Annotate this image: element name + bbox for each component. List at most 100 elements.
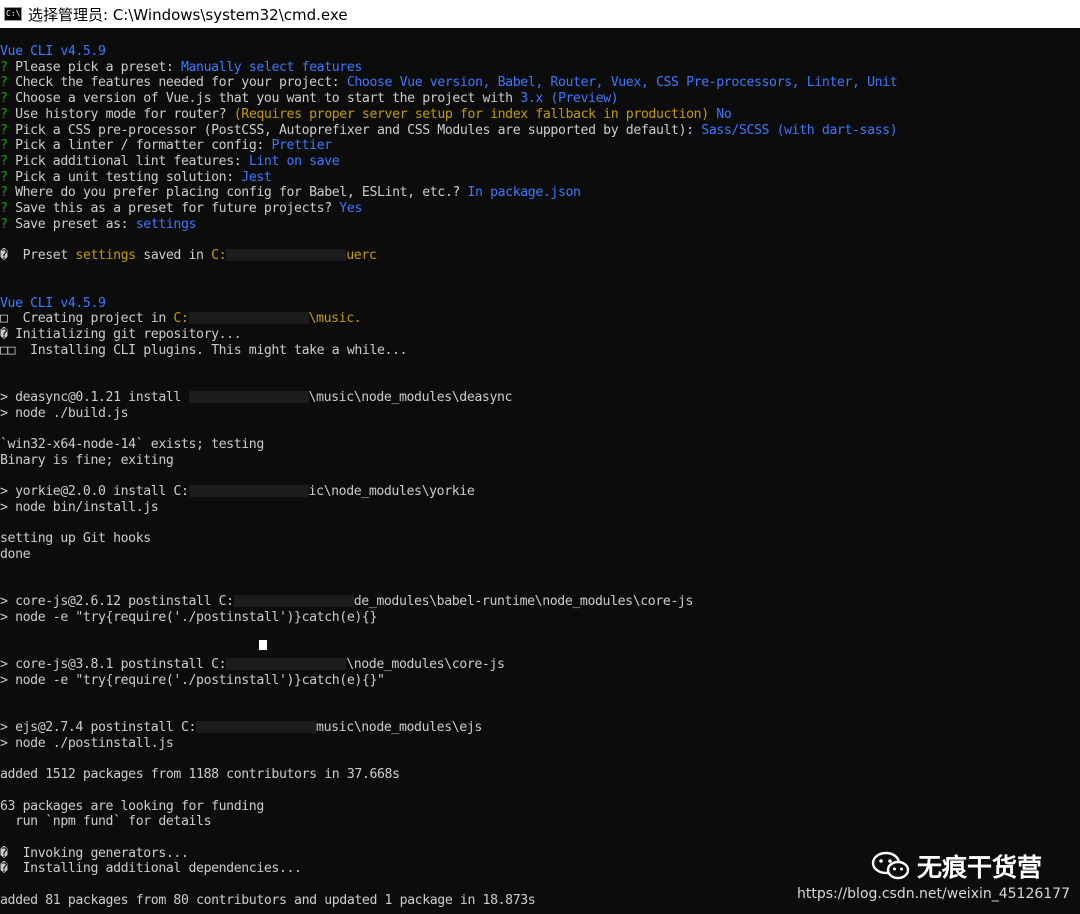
console-text: settings (75, 248, 136, 264)
console-line: done (0, 547, 1080, 563)
console-text: ? (0, 169, 16, 185)
console-text: de_modules\babel-runtime\node_modules\co… (353, 594, 694, 610)
console-line: ? Pick a linter / formatter config: Pret… (0, 138, 1080, 154)
console-text: Pick additional lint features: (15, 154, 249, 170)
console-line: Vue CLI v4.5.9 (0, 296, 1080, 312)
cmd-app-icon[interactable]: C:\ (4, 7, 22, 21)
cmd-icon-label: C:\ (6, 9, 21, 18)
console-text: added 81 packages from 80 contributors a… (0, 892, 536, 908)
console-text: Binary is fine; exiting (0, 452, 174, 468)
console-line: Vue CLI v4.5.9 (0, 44, 1080, 60)
console-text: � Preset (0, 248, 76, 264)
console-text: run `npm fund` for details (0, 814, 212, 830)
console-text: Vue CLI v4.5.9 (0, 44, 106, 59)
console-line: > core-js@3.8.1 postinstall C: \node_modu… (0, 657, 1080, 673)
console-line: > node ./build.js (0, 406, 1080, 422)
console-text: settings (135, 216, 197, 232)
console-text: saved in (135, 248, 212, 264)
console-text: Pick a unit testing solution: (15, 169, 242, 185)
console-text: Choose Vue version, Babel, Router, Vuex,… (346, 75, 898, 91)
console-text: \music. (308, 311, 362, 327)
console-text: > deasync@0.1.21 install (0, 389, 189, 405)
console-line: □□ Installing CLI plugins. This might ta… (0, 343, 1080, 359)
console-text: ? (0, 154, 16, 170)
console-text: > node bin/install.js (0, 499, 159, 515)
console-text: ? (0, 185, 16, 201)
redacted-path (233, 595, 354, 608)
console-text: □ Creating project in (0, 311, 174, 327)
console-line: ? Check the features needed for your pro… (0, 75, 1080, 91)
console-text: Where do you prefer placing config for B… (15, 185, 468, 201)
console-line: ? Please pick a preset: Manually select … (0, 60, 1080, 76)
console-text: � Installing additional dependencies... (0, 861, 302, 877)
console-line: > yorkie@2.0.0 install C: ic\node_modules… (0, 484, 1080, 500)
console-text: Sass/SCSS (with dart-sass) (701, 122, 898, 138)
console-line: ? Pick a unit testing solution: Jest (0, 170, 1080, 186)
console-text: Use history mode for router? (15, 106, 234, 122)
console-line: ? Pick additional lint features: Lint on… (0, 154, 1080, 170)
console-line: > node -e "try{require('./postinstall')}… (0, 610, 1080, 626)
console-text: Jest (241, 169, 272, 185)
console-text: ? (0, 216, 16, 232)
console-text: ? (0, 138, 16, 154)
console-line: > deasync@0.1.21 install \music\node_mod… (0, 390, 1080, 406)
title-bar[interactable]: C:\ 选择管理员: C:\Windows\system32\cmd.exe (0, 0, 1080, 28)
console-text: ? (0, 91, 16, 107)
console-line: > core-js@2.6.12 postinstall C: de_module… (0, 594, 1080, 610)
console-text: done (0, 547, 31, 562)
console-text: ? (0, 201, 16, 217)
console-line: > node bin/install.js (0, 500, 1080, 516)
cmd-window: C:\ 选择管理员: C:\Windows\system32\cmd.exe V… (0, 0, 1080, 914)
console-text: > node ./build.js (0, 405, 129, 421)
console-text: setting up Git hooks (0, 531, 151, 547)
redacted-path (188, 390, 309, 403)
console-line: □ Creating project in C: \music. (0, 311, 1080, 327)
console-line: � Initializing git repository... (0, 327, 1080, 343)
console-line: > node -e "try{require('./postinstall')}… (0, 673, 1080, 689)
console-text: > yorkie@2.0.0 install C: (0, 484, 189, 500)
console-text: Please pick a preset: (15, 59, 181, 75)
console-text: Manually select features (180, 59, 362, 75)
console-line: ? Use history mode for router? (Requires… (0, 107, 1080, 123)
console-text: No (716, 106, 732, 122)
console-text: > node ./postinstall.js (0, 735, 174, 751)
console-line: > ejs@2.7.4 postinstall C: music\node_mod… (0, 720, 1080, 736)
console-text: Prettier (271, 138, 332, 154)
console-text: \node_modules\core-js (346, 657, 505, 673)
watermark-text: 无痕干货营 (916, 853, 1042, 882)
console-line: > node ./postinstall.js (0, 736, 1080, 752)
console-text: Save this as a preset for future project… (15, 201, 340, 217)
console-text: Pick a CSS pre-processor (PostCSS, Autop… (15, 122, 702, 138)
console-text: � Invoking generators... (0, 845, 189, 861)
console-line: ? Pick a CSS pre-processor (PostCSS, Aut… (0, 123, 1080, 139)
console-text: C: (173, 311, 189, 327)
console-text: Save preset as: (15, 216, 136, 232)
console-line: ? Save preset as: settings (0, 217, 1080, 233)
redacted-path (226, 249, 347, 262)
console-text: Lint on save (248, 154, 340, 170)
console-text: � Initializing git repository... (0, 326, 242, 342)
console-text: Choose a version of Vue.js that you want… (15, 91, 521, 107)
console-line: setting up Git hooks (0, 531, 1080, 547)
console-line: � Preset settings saved in C: uerc (0, 248, 1080, 264)
console-text: `win32-x64-node-14` exists; testing (0, 436, 264, 452)
console-text: ic\node_modules\yorkie (308, 484, 475, 500)
console-text: ? (0, 106, 16, 122)
watermark: 无痕干货营 (871, 848, 1042, 884)
console-line: ? Save this as a preset for future proje… (0, 201, 1080, 217)
console-cursor (259, 640, 267, 650)
console-output[interactable]: Vue CLI v4.5.9? Please pick a preset: Ma… (0, 44, 1080, 909)
console-text: ? (0, 75, 16, 91)
console-line: `win32-x64-node-14` exists; testing (0, 437, 1080, 453)
console-line: run `npm fund` for details (0, 814, 1080, 830)
